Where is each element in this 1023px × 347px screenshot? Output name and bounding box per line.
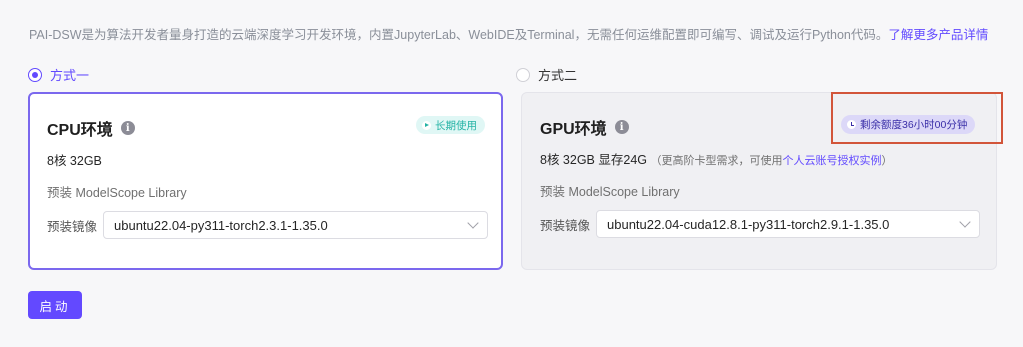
start-button[interactable]: 启动 — [28, 291, 82, 319]
radio-unchecked-icon[interactable] — [516, 67, 530, 82]
long-term-badge-label: 长期使用 — [435, 119, 477, 132]
gpu-image-value: ubuntu22.04-cuda12.8.1-py311-torch2.9.1-… — [607, 216, 890, 232]
play-icon — [422, 120, 431, 130]
option-2-radio[interactable]: 方式二 — [516, 65, 577, 84]
gpu-preinstall: 预装 ModelScope Library — [540, 185, 680, 199]
gpu-title-text: GPU环境 — [540, 121, 607, 138]
gpu-spec-note-prefix: （更高阶卡型需求，可使用 — [650, 155, 783, 167]
gpu-image-row: 预装镜像 ubuntu22.04-cuda12.8.1-py311-torch2… — [540, 210, 981, 238]
gpu-spec-note: （更高阶卡型需求，可使用个人云账号授权实例） — [650, 155, 892, 167]
gpu-spec: 8核 32GB 显存24G （更高阶卡型需求，可使用个人云账号授权实例） — [540, 149, 892, 168]
cpu-spec: 8核 32GB — [47, 154, 102, 168]
intro-description: PAI-DSW是为算法开发者量身打造的云端深度学习开发环境，内置JupyterL… — [29, 28, 889, 42]
option-2-label: 方式二 — [538, 68, 578, 83]
cpu-image-label: 预装镜像 — [47, 219, 98, 234]
option-1-label: 方式一 — [50, 68, 90, 83]
gpu-spec-main: 8核 32GB 显存24G — [540, 153, 647, 167]
gpu-image-label: 预装镜像 — [540, 218, 591, 233]
gpu-spec-note-suffix: ） — [881, 155, 893, 167]
learn-more-link[interactable]: 了解更多产品详情 — [888, 28, 988, 42]
intro-text: PAI-DSW是为算法开发者量身打造的云端深度学习开发环境，内置JupyterL… — [29, 24, 988, 43]
cpu-image-value: ubuntu22.04-py311-torch2.3.1-1.35.0 — [114, 217, 328, 233]
remaining-quota-label: 剩余额度36小时00分钟 — [860, 119, 968, 131]
cpu-card-title: CPU环境 i — [47, 116, 135, 140]
gpu-card-title: GPU环境 i — [540, 115, 629, 139]
cpu-environment-card[interactable]: CPU环境 i 长期使用 8核 32GB 预装 ModelScope Libra… — [28, 92, 503, 270]
chevron-down-icon — [959, 216, 971, 228]
cpu-image-select[interactable]: ubuntu22.04-py311-torch2.3.1-1.35.0 — [103, 211, 489, 239]
personal-account-link[interactable]: 个人云账号授权实例 — [782, 155, 881, 167]
remaining-quota-badge: 剩余额度36小时00分钟 — [841, 115, 976, 134]
cpu-preinstall: 预装 ModelScope Library — [47, 186, 187, 200]
chevron-down-icon — [467, 217, 479, 229]
cpu-image-row: 预装镜像 ubuntu22.04-py311-torch2.3.1-1.35.0 — [47, 211, 489, 239]
option-1-radio[interactable]: 方式一 — [28, 65, 89, 84]
long-term-badge: 长期使用 — [416, 116, 485, 134]
info-icon[interactable]: i — [614, 120, 629, 134]
radio-checked-icon[interactable] — [28, 67, 42, 82]
gpu-image-select[interactable]: ubuntu22.04-cuda12.8.1-py311-torch2.9.1-… — [596, 210, 981, 238]
info-icon[interactable]: i — [120, 121, 135, 135]
cpu-title-text: CPU环境 — [47, 122, 113, 139]
clock-icon — [847, 120, 856, 129]
